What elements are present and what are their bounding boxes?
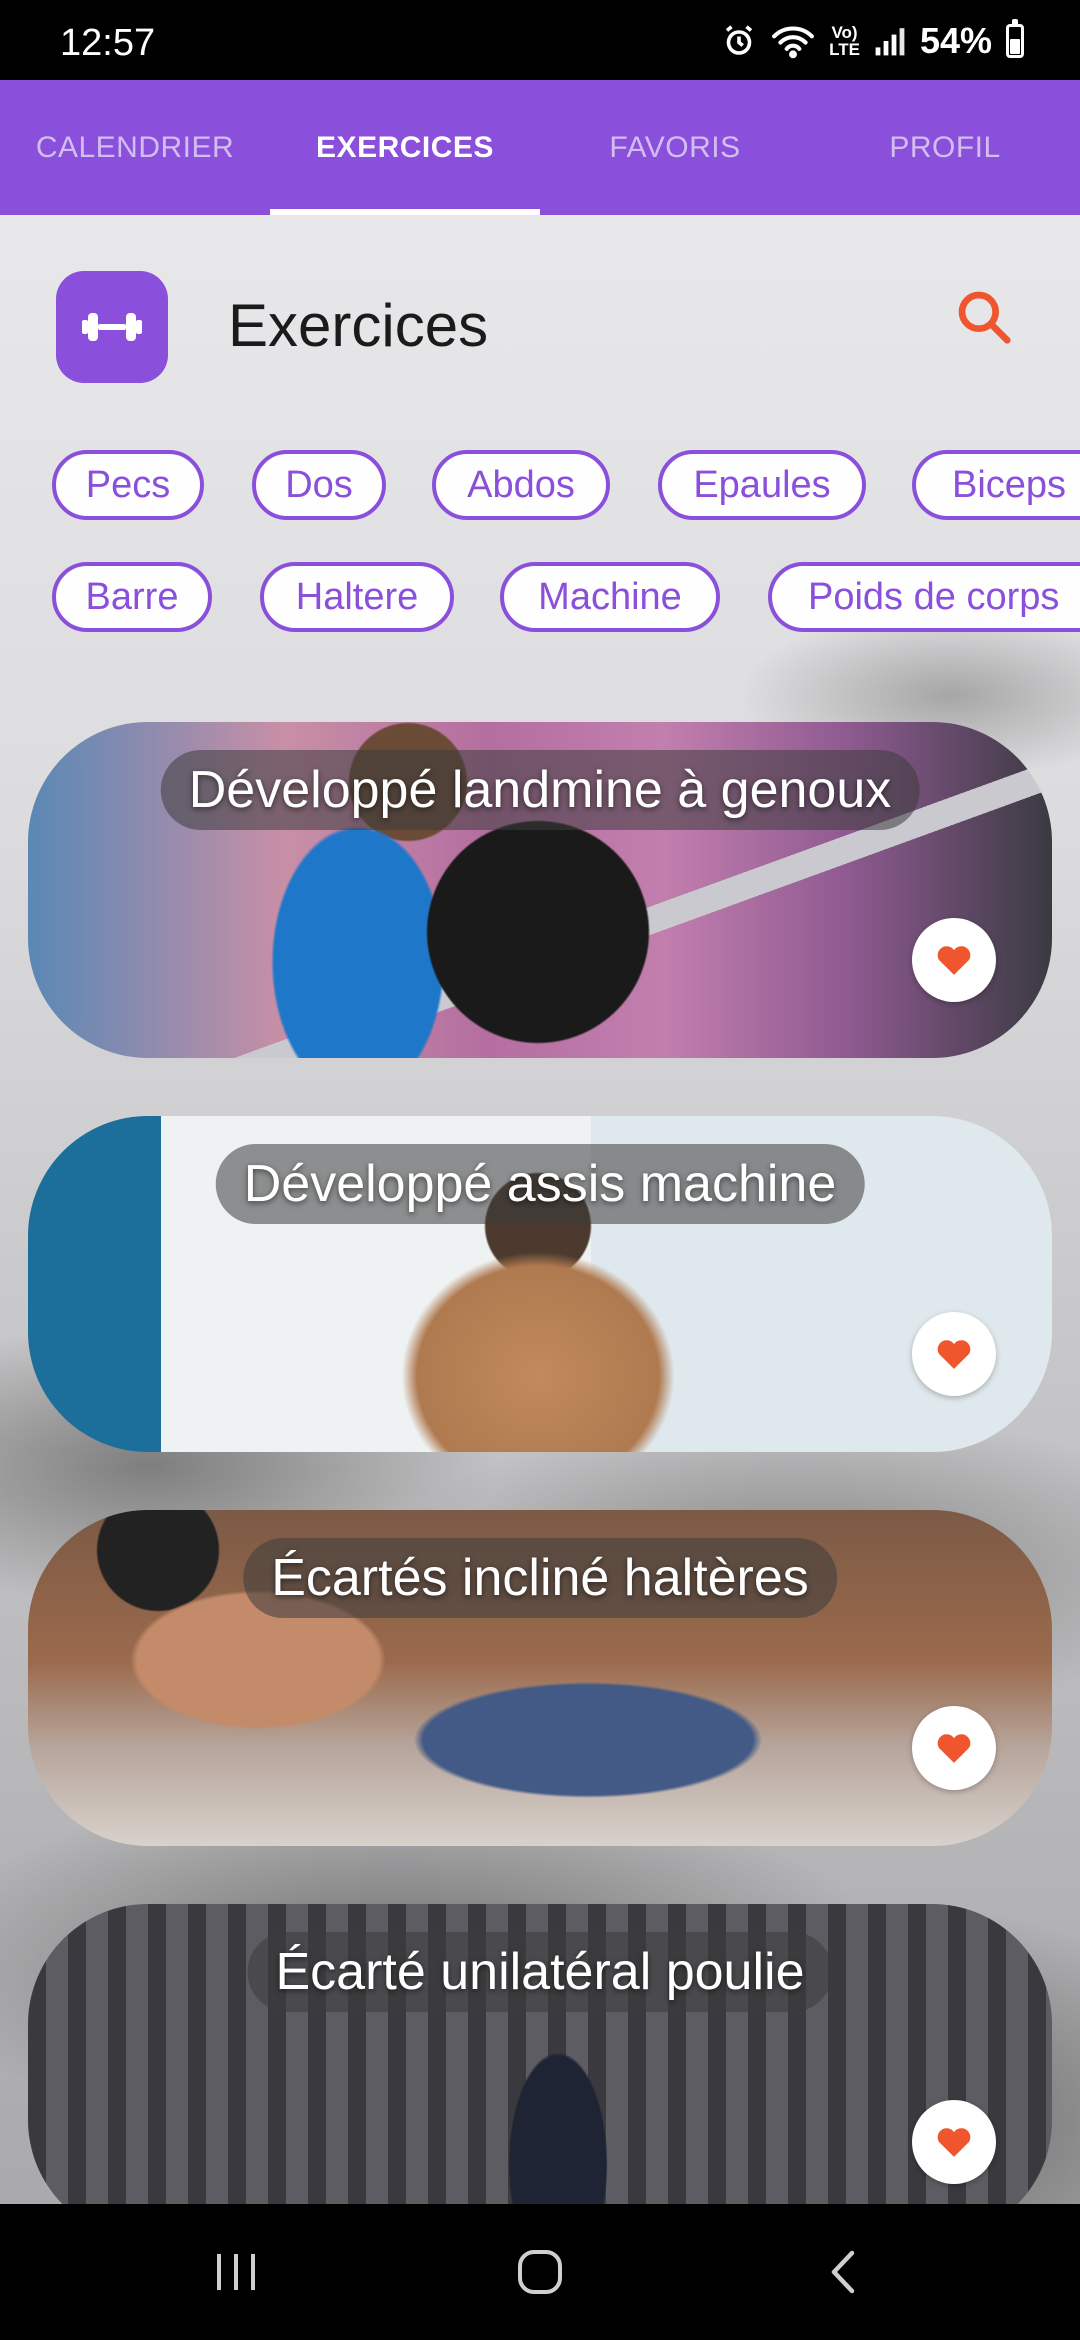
chip-poids-de-corps[interactable]: Poids de corps — [768, 562, 1080, 632]
battery-icon — [1006, 19, 1024, 58]
favorite-button[interactable] — [912, 2100, 996, 2184]
page-title: Exercices — [228, 292, 489, 359]
exercise-title: Développé assis machine — [215, 1144, 865, 1224]
heart-icon — [937, 1734, 971, 1763]
chip-machine[interactable]: Machine — [500, 562, 720, 632]
app-logo — [56, 271, 168, 383]
page-header: Exercices — [56, 271, 1024, 383]
chip-pecs[interactable]: Pecs — [52, 450, 204, 520]
chip-barre[interactable]: Barre — [52, 562, 212, 632]
search-button[interactable] — [944, 277, 1024, 357]
battery-level — [1010, 38, 1020, 54]
home-button[interactable] — [500, 2242, 580, 2302]
exercise-card[interactable]: Développé landmine à genoux — [28, 722, 1052, 1058]
tab-bar: CALENDRIER EXERCICES FAVORIS PROFIL — [0, 80, 1080, 215]
heart-icon — [937, 2128, 971, 2157]
system-nav-bar — [0, 2204, 1080, 2340]
home-icon — [518, 2250, 562, 2294]
chip-biceps[interactable]: Biceps — [912, 450, 1080, 520]
exercise-title: Écartés incliné haltères — [243, 1538, 837, 1618]
tab-favoris[interactable]: FAVORIS — [540, 80, 810, 215]
search-icon — [958, 291, 1011, 344]
tab-exercices[interactable]: EXERCICES — [270, 80, 540, 215]
favorite-button[interactable] — [912, 1706, 996, 1790]
exercise-card[interactable]: Écarté unilatéral poulie — [28, 1904, 1052, 2220]
heart-icon — [937, 946, 971, 975]
muscle-filter-row: Pecs Dos Abdos Epaules Biceps — [0, 450, 1080, 524]
recent-apps-icon — [217, 2254, 255, 2290]
back-button[interactable] — [804, 2242, 884, 2302]
dumbbell-icon — [82, 313, 142, 341]
exercise-card[interactable]: Développé assis machine — [28, 1116, 1052, 1452]
volte-indicator: Vo) LTE — [829, 23, 860, 59]
signal-icon — [875, 28, 905, 56]
battery-percentage: 54% — [919, 20, 992, 61]
favorite-button[interactable] — [912, 1312, 996, 1396]
status-icons: Vo) LTE 54% — [721, 18, 1024, 64]
status-time: 12:57 — [60, 22, 156, 64]
exercise-card[interactable]: Écartés incliné haltères — [28, 1510, 1052, 1846]
status-bar: 12:57 Vo) LTE 54% — [0, 0, 1080, 80]
exercise-title: Développé landmine à genoux — [160, 750, 920, 830]
chip-epaules[interactable]: Epaules — [658, 450, 866, 520]
chip-haltere[interactable]: Haltere — [260, 562, 454, 632]
alarm-icon — [725, 25, 753, 55]
wifi-icon — [772, 26, 814, 59]
chip-abdos[interactable]: Abdos — [432, 450, 610, 520]
tab-profil[interactable]: PROFIL — [810, 80, 1080, 215]
exercise-title: Écarté unilatéral poulie — [247, 1932, 833, 2012]
heart-icon — [937, 1340, 971, 1369]
favorite-button[interactable] — [912, 918, 996, 1002]
recent-apps-button[interactable] — [196, 2242, 276, 2302]
back-icon — [831, 2250, 855, 2294]
tab-calendrier[interactable]: CALENDRIER — [0, 80, 270, 215]
equipment-filter-row: Barre Haltere Machine Poids de corps — [0, 562, 1080, 636]
chip-dos[interactable]: Dos — [252, 450, 386, 520]
exercise-list-screen: Exercices Pecs Dos Abdos Epaules Biceps … — [0, 215, 1080, 2220]
